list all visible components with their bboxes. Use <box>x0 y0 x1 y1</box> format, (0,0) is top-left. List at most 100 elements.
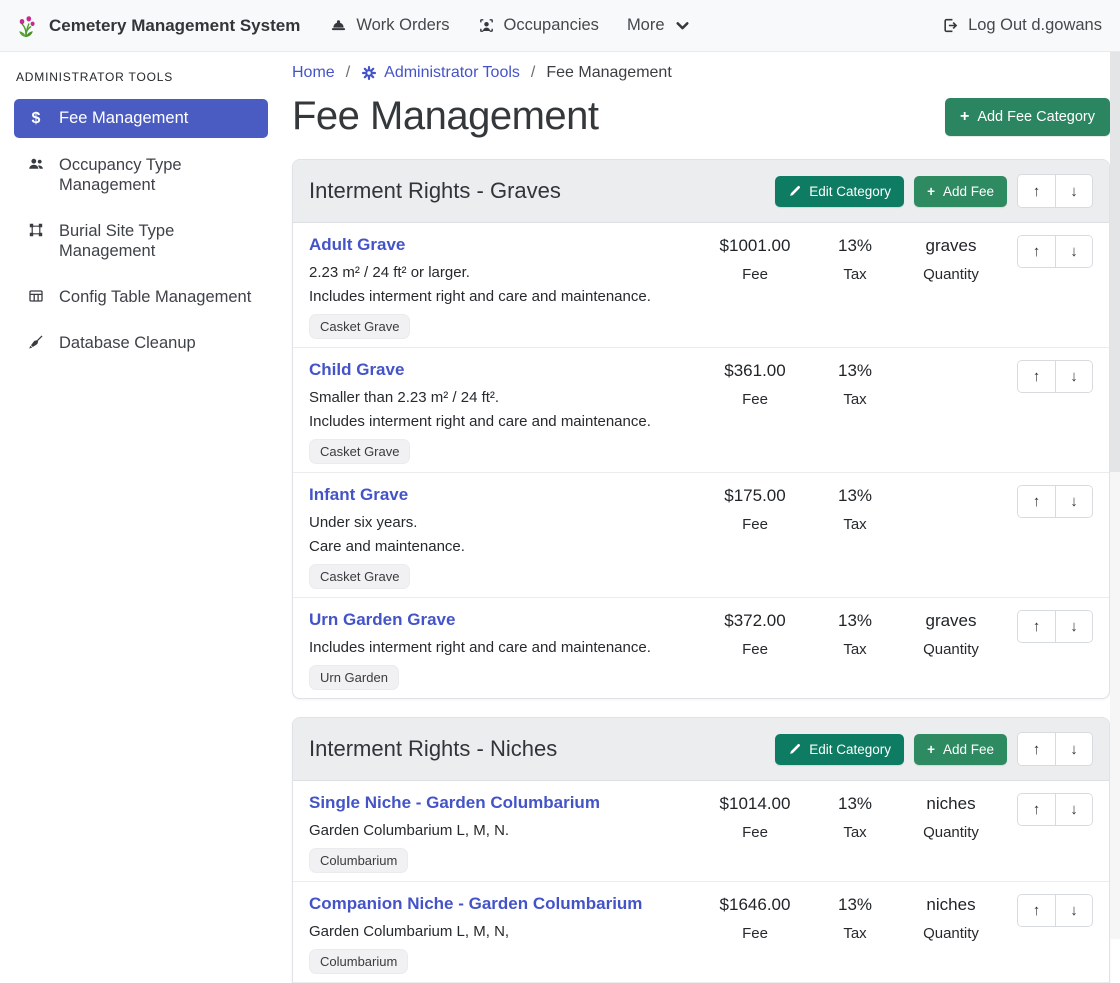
nav-item-label: More <box>627 16 665 35</box>
move-category-up-button[interactable]: ↑ <box>1018 733 1055 765</box>
move-fee-down-button[interactable]: ↓ <box>1055 361 1092 392</box>
fee-amount-label: Fee <box>685 266 825 283</box>
tax-column: 13% Tax <box>825 793 885 841</box>
fee-name-link[interactable]: Companion Niche - Garden Columbarium <box>309 894 642 914</box>
category-reorder-controls: ↑ ↓ <box>1017 732 1093 766</box>
fee-amount-label: Fee <box>685 391 825 408</box>
fee-reorder-controls: ↑ ↓ <box>1017 485 1093 518</box>
sidebar-item-database-cleanup[interactable]: Database Cleanup <box>14 324 268 362</box>
edit-category-label: Edit Category <box>809 184 891 199</box>
fee-description: Garden Columbarium L, M, N. <box>309 822 675 839</box>
move-fee-up-button[interactable]: ↑ <box>1018 794 1055 825</box>
sidebar-item-occupancy-type-management[interactable]: Occupancy Type Management <box>14 146 268 204</box>
app-brand: Cemetery Management System <box>14 13 300 39</box>
fee-name-link[interactable]: Single Niche - Garden Columbarium <box>309 793 600 813</box>
fee-name-link[interactable]: Infant Grave <box>309 485 408 505</box>
breadcrumb-item-home[interactable]: Home <box>292 64 335 82</box>
tax-value: 13% <box>825 236 885 256</box>
sidebar-item-label: Fee Management <box>59 108 188 128</box>
plus-icon: + <box>927 742 935 757</box>
logout-label: Log Out d.gowans <box>968 16 1102 35</box>
fee-amount: $361.00 <box>685 361 825 381</box>
quantity-column <box>885 485 1017 496</box>
edit-category-button[interactable]: Edit Category <box>775 734 904 765</box>
fee-amount-label: Fee <box>685 641 825 658</box>
add-fee-button[interactable]: + Add Fee <box>914 176 1007 207</box>
fee-type-badge: Casket Grave <box>309 564 410 589</box>
sidebar-item-burial-site-type-management[interactable]: Burial Site Type Management <box>14 212 268 270</box>
fee-type-badge: Columbarium <box>309 949 408 974</box>
fee-row: Child Grave Smaller than 2.23 m² / 24 ft… <box>293 348 1109 473</box>
fee-row: Adult Grave 2.23 m² / 24 ft² or larger.I… <box>293 223 1109 348</box>
fee-amount-label: Fee <box>685 516 825 533</box>
fee-name-link[interactable]: Adult Grave <box>309 235 405 255</box>
admin-tools-sidebar: ADMINISTRATOR TOOLS $ Fee Management Occ… <box>0 52 280 939</box>
add-fee-button[interactable]: + Add Fee <box>914 734 1007 765</box>
add-fee-category-label: Add Fee Category <box>977 109 1095 125</box>
move-fee-up-button[interactable]: ↑ <box>1018 361 1055 392</box>
edit-category-button[interactable]: Edit Category <box>775 176 904 207</box>
move-fee-down-button[interactable]: ↓ <box>1055 236 1092 267</box>
plot-frame-icon <box>26 222 46 238</box>
quantity-value: graves <box>885 611 1017 631</box>
tax-value: 13% <box>825 895 885 915</box>
move-fee-up-button[interactable]: ↑ <box>1018 895 1055 926</box>
move-fee-up-button[interactable]: ↑ <box>1018 486 1055 517</box>
pencil-icon <box>788 743 801 756</box>
nav-item-occupancies[interactable]: Occupancies <box>464 8 613 43</box>
logout-button[interactable]: Log Out d.gowans <box>938 8 1106 43</box>
broom-icon <box>26 334 46 350</box>
category-header: Interment Rights - Niches Edit Category … <box>293 718 1109 781</box>
nav-item-work-orders[interactable]: Work Orders <box>316 8 463 43</box>
move-category-down-button[interactable]: ↓ <box>1055 733 1092 765</box>
move-fee-down-button[interactable]: ↓ <box>1055 611 1092 642</box>
sidebar-item-label: Database Cleanup <box>59 333 196 353</box>
move-fee-down-button[interactable]: ↓ <box>1055 895 1092 926</box>
add-fee-label: Add Fee <box>943 742 994 757</box>
fee-name-link[interactable]: Urn Garden Grave <box>309 610 455 630</box>
occupancy-badge-icon <box>478 17 495 34</box>
dollar-icon: $ <box>26 109 46 129</box>
fee-amount-column: $1001.00 Fee <box>685 235 825 283</box>
move-fee-down-button[interactable]: ↓ <box>1055 794 1092 825</box>
fee-name-link[interactable]: Child Grave <box>309 360 404 380</box>
category-header: Interment Rights - Graves Edit Category … <box>293 160 1109 223</box>
fee-category-card: Interment Rights - Graves Edit Category … <box>292 159 1110 699</box>
fee-row: Single Niche - Garden Columbarium Garden… <box>293 781 1109 882</box>
move-category-up-button[interactable]: ↑ <box>1018 175 1055 207</box>
quantity-label: Quantity <box>885 641 1017 658</box>
tax-value: 13% <box>825 361 885 381</box>
edit-category-label: Edit Category <box>809 742 891 757</box>
pencil-icon <box>788 185 801 198</box>
add-fee-category-button[interactable]: + Add Fee Category <box>945 98 1110 136</box>
fee-description: Garden Columbarium L, M, N, <box>309 923 675 940</box>
fee-row: Urn Garden Grave Includes interment righ… <box>293 598 1109 698</box>
page-scrollbar[interactable] <box>1110 52 1120 939</box>
category-actions: Edit Category + Add Fee ↑ ↓ <box>775 174 1093 208</box>
quantity-column: niches Quantity <box>885 894 1017 942</box>
fee-amount-column: $1646.00 Fee <box>685 894 825 942</box>
tax-value: 13% <box>825 611 885 631</box>
category-reorder-controls: ↑ ↓ <box>1017 174 1093 208</box>
fee-row: Companion Niche - Garden Columbarium Gar… <box>293 882 1109 983</box>
tulip-logo-icon <box>14 13 40 39</box>
move-fee-up-button[interactable]: ↑ <box>1018 611 1055 642</box>
tax-value: 13% <box>825 794 885 814</box>
breadcrumb-item-fee-management: Fee Management <box>546 64 671 82</box>
tax-label: Tax <box>825 641 885 658</box>
tax-label: Tax <box>825 516 885 533</box>
move-fee-down-button[interactable]: ↓ <box>1055 486 1092 517</box>
move-category-down-button[interactable]: ↓ <box>1055 175 1092 207</box>
fee-reorder-controls: ↑ ↓ <box>1017 360 1093 393</box>
fee-description: Smaller than 2.23 m² / 24 ft². <box>309 389 675 406</box>
move-fee-up-button[interactable]: ↑ <box>1018 236 1055 267</box>
nav-item-more[interactable]: More <box>613 8 705 43</box>
fee-description: Under six years. <box>309 514 675 531</box>
scrollbar-thumb[interactable] <box>1110 52 1120 472</box>
fee-description: Includes interment right and care and ma… <box>309 639 675 656</box>
hard-hat-icon <box>330 17 347 34</box>
breadcrumb-item-administrator-tools[interactable]: Administrator Tools <box>361 64 520 82</box>
category-title: Interment Rights - Graves <box>309 178 561 204</box>
sidebar-item-fee-management[interactable]: $ Fee Management <box>14 99 268 138</box>
sidebar-item-config-table-management[interactable]: Config Table Management <box>14 278 268 316</box>
